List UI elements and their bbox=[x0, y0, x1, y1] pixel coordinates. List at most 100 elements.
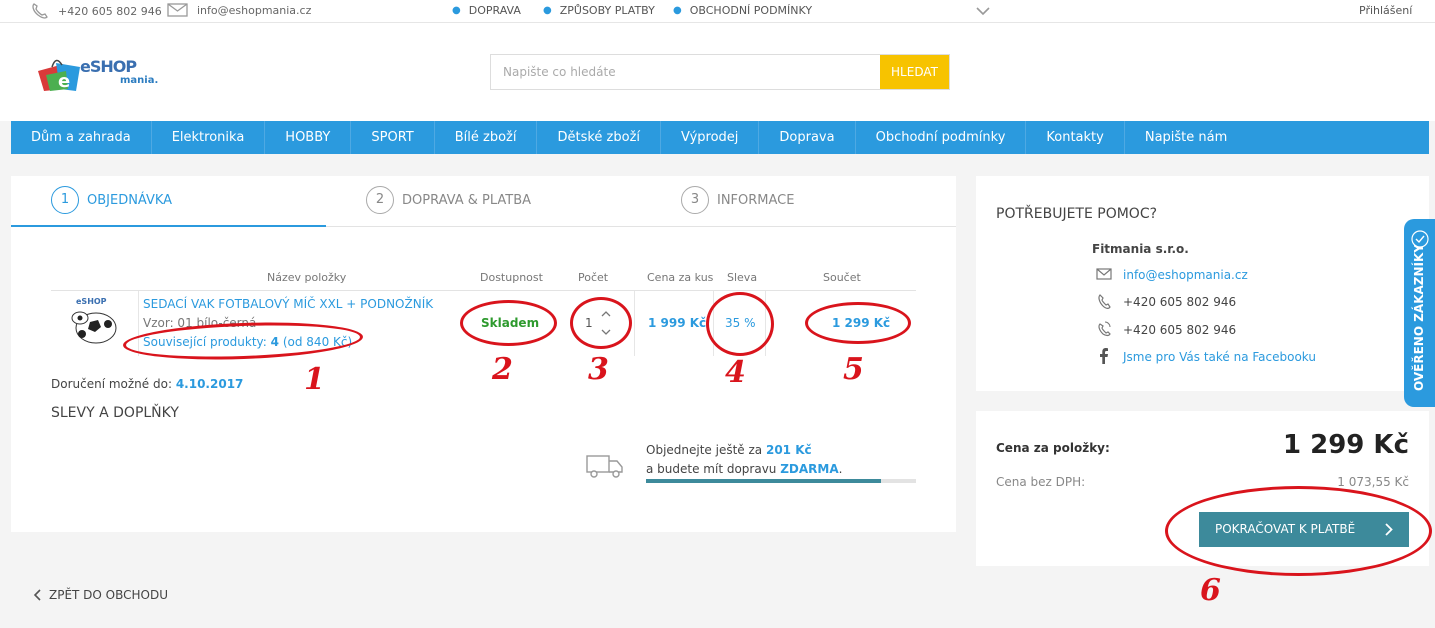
search-input[interactable]: Napište co hledáte bbox=[503, 65, 616, 79]
logo[interactable]: e eSHOP mania. bbox=[36, 51, 161, 95]
search-button[interactable]: HLEDAT bbox=[880, 55, 949, 89]
top-nav-doprava[interactable]: ● DOPRAVA bbox=[452, 4, 521, 17]
logo-text: eSHOP bbox=[80, 57, 137, 76]
summary-price: 1 299 Kč bbox=[1282, 430, 1409, 460]
menu-item[interactable]: Doprava bbox=[759, 121, 856, 154]
header-name: Název položky bbox=[267, 271, 347, 284]
football-beanbag-icon: eSHOP bbox=[71, 297, 117, 344]
header-count: Počet bbox=[578, 271, 609, 284]
menu-item[interactable]: Napište nám bbox=[1125, 121, 1247, 154]
annotation-ellipse bbox=[570, 297, 632, 349]
vat-label: Cena bez DPH: bbox=[996, 475, 1086, 489]
annotation-ellipse bbox=[1165, 486, 1432, 576]
top-email-text: info@eshopmania.cz bbox=[197, 3, 312, 17]
step-label: OBJEDNÁVKA bbox=[87, 192, 173, 208]
step-number: 3 bbox=[681, 186, 709, 214]
step-order[interactable]: 1 OBJEDNÁVKA bbox=[51, 186, 172, 214]
delivery-label: Doručení možné do: bbox=[51, 377, 172, 391]
bullet-icon: ● bbox=[452, 5, 461, 16]
login-link[interactable]: Přihlášení bbox=[1359, 4, 1412, 17]
header-discount: Sleva bbox=[727, 271, 758, 284]
envelope-icon bbox=[1096, 268, 1112, 280]
table-header-line bbox=[51, 290, 916, 291]
facebook-icon bbox=[1100, 348, 1108, 364]
shipping-progress-fill bbox=[646, 479, 881, 483]
top-bar: +420 605 802 946 info@eshopmania.cz ● DOP… bbox=[0, 0, 1435, 23]
logo-subtext: mania. bbox=[120, 75, 159, 86]
header-total: Součet bbox=[823, 271, 861, 284]
delivery-date: Doručení možné do: 4.10.2017 bbox=[51, 377, 243, 391]
truck-icon bbox=[586, 455, 623, 478]
free-shipping-line2: a budete mít dopravu ZDARMA. bbox=[646, 462, 842, 476]
phone-icon bbox=[32, 3, 48, 19]
top-nav-label: OBCHODNÍ PODMÍNKY bbox=[689, 4, 813, 17]
menu-item[interactable]: Kontakty bbox=[1026, 121, 1125, 154]
bullet-icon: ● bbox=[673, 5, 682, 16]
menu-item[interactable]: Dětské zboží bbox=[537, 121, 662, 154]
annotation-ellipse bbox=[460, 300, 557, 346]
cell-divider bbox=[634, 291, 635, 356]
verified-badge-label: OVĚŘENO ZÁKAZNÍKY bbox=[1412, 244, 1426, 391]
discounts-heading[interactable]: SLEVY A DOPLŇKY bbox=[51, 405, 179, 421]
summary-label: Cena za položky: bbox=[996, 441, 1110, 455]
verified-badge-tab[interactable]: OVĚŘENO ZÁKAZNÍKY bbox=[1404, 219, 1435, 407]
free-shipping-amount: 201 Kč bbox=[765, 443, 812, 457]
help-phone1[interactable]: +420 605 802 946 bbox=[1123, 295, 1236, 309]
menu-item[interactable]: Obchodní podmínky bbox=[856, 121, 1027, 154]
chevron-down-icon[interactable] bbox=[976, 6, 990, 16]
top-nav-label: ZPŮSOBY PLATBY bbox=[559, 4, 655, 17]
top-nav-label: DOPRAVA bbox=[468, 4, 521, 17]
bullet-icon: ● bbox=[543, 5, 552, 16]
step-label: DOPRAVA & PLATBA bbox=[402, 192, 532, 208]
delivery-date-value: 4.10.2017 bbox=[175, 377, 244, 391]
annotation-number: 5 bbox=[843, 352, 864, 387]
envelope-icon bbox=[167, 3, 188, 17]
header-availability: Dostupnost bbox=[480, 271, 543, 284]
back-to-shop-link[interactable]: ZPĚT DO OBCHODU bbox=[33, 588, 168, 602]
menu-item[interactable]: Dům a zahrada bbox=[11, 121, 152, 154]
vat-price: 1 073,55 Kč bbox=[1337, 475, 1409, 489]
top-nav-podminky[interactable]: ● OBCHODNÍ PODMÍNKY bbox=[673, 4, 812, 17]
free-shipping-period: . bbox=[838, 462, 843, 476]
header: e eSHOP mania. Napište co hledáte HLEDAT bbox=[0, 23, 1435, 121]
top-nav-platby[interactable]: ● ZPŮSOBY PLATBY bbox=[543, 4, 655, 17]
help-title: POTŘEBUJETE POMOC? bbox=[996, 206, 1158, 222]
help-phone2[interactable]: +420 605 802 946 bbox=[1123, 323, 1236, 337]
menu-item[interactable]: HOBBY bbox=[265, 121, 352, 154]
step-number: 1 bbox=[51, 186, 79, 214]
free-shipping-free: ZDARMA bbox=[780, 462, 839, 476]
shipping-progress-track bbox=[646, 479, 916, 483]
step-number: 2 bbox=[366, 186, 394, 214]
annotation-number: 1 bbox=[304, 362, 325, 397]
facebook-link[interactable]: Jsme pro Vás také na Facebooku bbox=[1123, 350, 1316, 364]
unit-price: 1 999 Kč bbox=[648, 316, 707, 330]
top-phone[interactable]: +420 605 802 946 bbox=[30, 2, 162, 20]
back-link-label: ZPĚT DO OBCHODU bbox=[49, 588, 169, 602]
annotation-number: 4 bbox=[725, 355, 746, 390]
help-email-link[interactable]: info@eshopmania.cz bbox=[1123, 268, 1248, 282]
menu-item[interactable]: SPORT bbox=[351, 121, 435, 154]
product-name-link[interactable]: SEDACÍ VAK FOTBALOVÝ MÍČ XXL + PODNOŽNÍK bbox=[143, 297, 433, 311]
free-shipping-text: a budete mít dopravu bbox=[646, 462, 777, 476]
menu-item[interactable]: Elektronika bbox=[152, 121, 266, 154]
step-info[interactable]: 3 INFORMACE bbox=[681, 186, 794, 214]
svg-text:eSHOP: eSHOP bbox=[76, 297, 107, 306]
annotation-number: 3 bbox=[588, 352, 609, 387]
menu-item[interactable]: Bílé zboží bbox=[435, 121, 538, 154]
phone-icon bbox=[1098, 294, 1111, 309]
top-email[interactable]: info@eshopmania.cz bbox=[167, 2, 311, 18]
annotation-ellipse bbox=[805, 302, 911, 344]
shopping-bag-icon: e bbox=[38, 59, 80, 92]
annotation-ellipse bbox=[706, 292, 774, 356]
header-unit-price: Cena za kus bbox=[647, 271, 714, 284]
svg-text:e: e bbox=[58, 71, 70, 92]
free-shipping-text: Objednejte ještě za bbox=[646, 443, 763, 457]
active-step-underline bbox=[11, 225, 326, 227]
step-shipping[interactable]: 2 DOPRAVA & PLATBA bbox=[366, 186, 531, 214]
product-image[interactable]: eSHOP bbox=[68, 294, 120, 346]
annotation-number: 6 bbox=[1200, 573, 1221, 608]
menu-item[interactable]: Výprodej bbox=[661, 121, 760, 154]
search-box: Napište co hledáte HLEDAT bbox=[490, 54, 950, 90]
step-label: INFORMACE bbox=[717, 192, 795, 208]
help-company: Fitmania s.r.o. bbox=[1092, 242, 1189, 256]
